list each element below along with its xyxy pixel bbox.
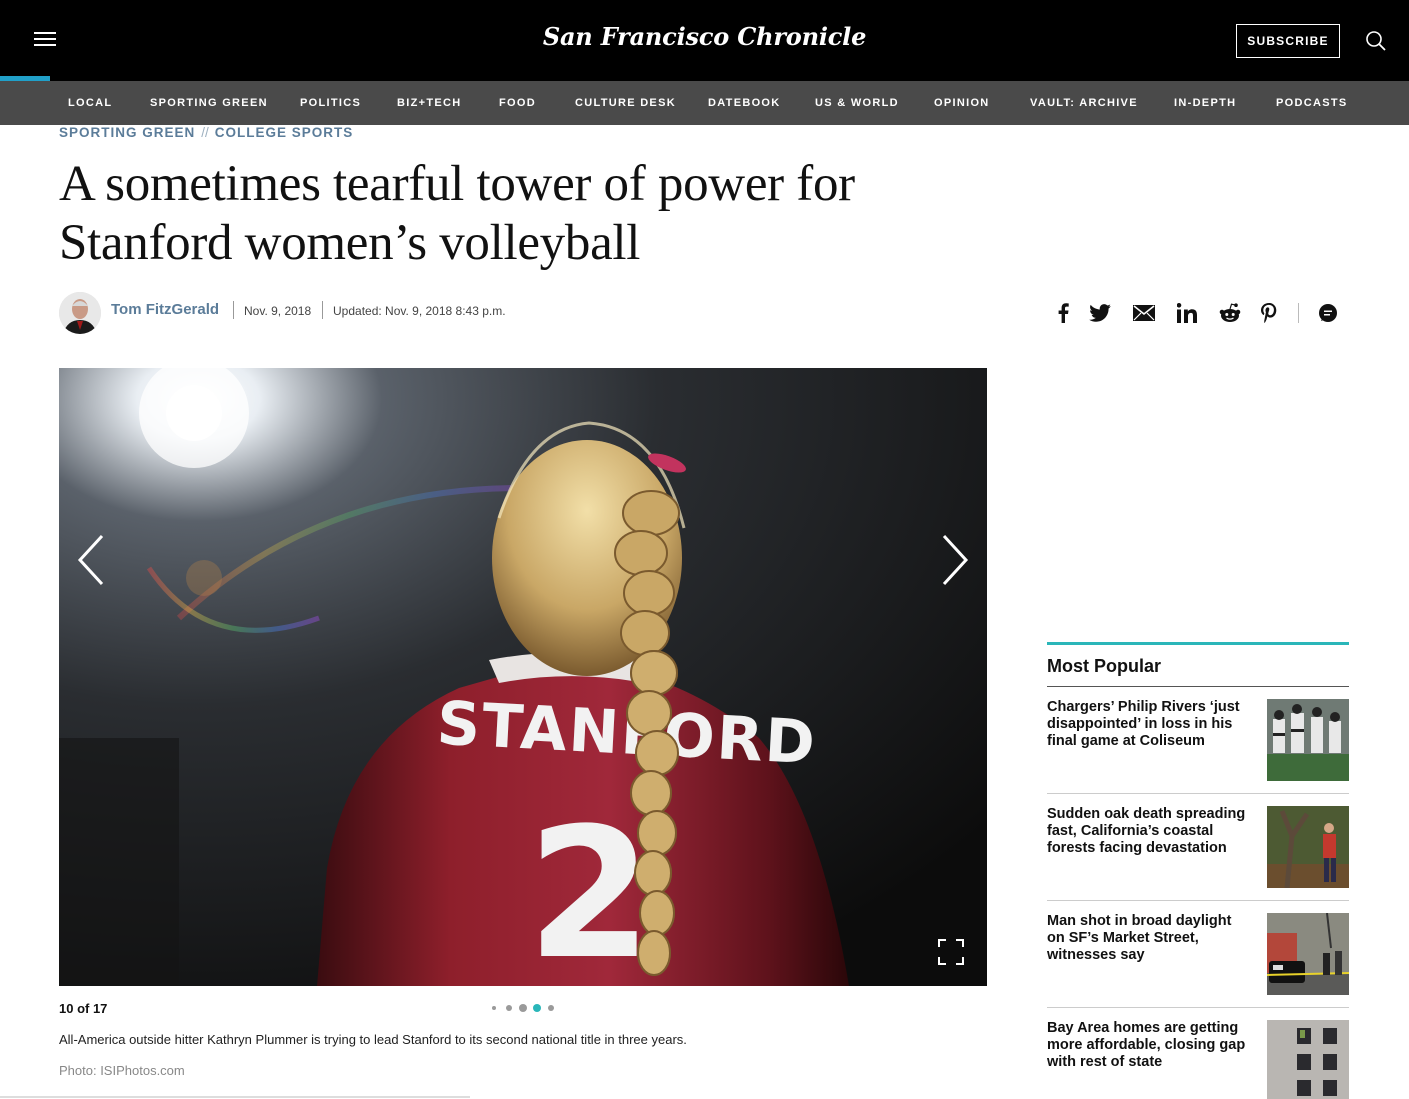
most-popular-item[interactable]: Bay Area homes are getting more affordab… [1047, 1008, 1349, 1099]
gallery-next-arrow-icon[interactable] [936, 530, 976, 590]
gallery-counter: 10 of 17 [59, 1001, 108, 1016]
author-avatar[interactable] [59, 292, 101, 334]
breadcrumb: SPORTING GREEN // COLLEGE SPORTS [59, 125, 353, 140]
nav-item-vault-archive[interactable]: VAULT: ARCHIVE [1030, 81, 1138, 125]
author-name[interactable]: Tom FitzGerald [111, 301, 219, 318]
most-popular-item[interactable]: Chargers’ Philip Rivers ‘just disappoint… [1047, 687, 1349, 794]
section-nav: LOCAL SPORTING GREEN POLITICS BIZ+TECH F… [0, 81, 1409, 125]
site-logo[interactable]: San Francisco Chronicle [0, 22, 1409, 51]
email-icon[interactable] [1131, 300, 1157, 326]
breadcrumb-subsection[interactable]: COLLEGE SPORTS [215, 125, 354, 140]
most-popular-headline[interactable]: Man shot in broad daylight on SF’s Marke… [1047, 913, 1252, 964]
publish-date: Nov. 9, 2018 [244, 304, 312, 318]
subscribe-button[interactable]: SUBSCRIBE [1236, 24, 1340, 58]
most-popular-title: Most Popular [1047, 656, 1162, 676]
nav-item-culture-desk[interactable]: CULTURE DESK [575, 81, 676, 125]
nav-item-local[interactable]: LOCAL [68, 81, 112, 125]
updated-date: Updated: Nov. 9, 2018 8:43 p.m. [333, 304, 506, 318]
most-popular-thumbnail[interactable] [1267, 806, 1349, 888]
most-popular-thumbnail[interactable] [1267, 699, 1349, 781]
breadcrumb-section[interactable]: SPORTING GREEN [59, 125, 195, 140]
article-headline: A sometimes tearful tower of power for S… [59, 155, 979, 273]
share-divider [1298, 303, 1299, 323]
most-popular-thumbnail[interactable] [1267, 913, 1349, 995]
headline-line-2: Stanford women’s volleyball [59, 215, 641, 271]
nav-item-podcasts[interactable]: PODCASTS [1276, 81, 1348, 125]
pinterest-icon[interactable] [1256, 300, 1282, 326]
nav-item-biz-tech[interactable]: BIZ+TECH [397, 81, 462, 125]
gallery-photo: STANFORD 2 [59, 368, 987, 986]
byline: Tom FitzGerald Nov. 9, 2018 Updated: Nov… [59, 292, 659, 334]
twitter-icon[interactable] [1087, 300, 1113, 326]
nav-item-opinion[interactable]: OPINION [934, 81, 990, 125]
most-popular-headline[interactable]: Sudden oak death spreading fast, Califor… [1047, 806, 1252, 857]
nav-item-food[interactable]: FOOD [499, 81, 536, 125]
most-popular-item[interactable]: Sudden oak death spreading fast, Califor… [1047, 794, 1349, 901]
gallery-dot-active[interactable] [533, 1004, 541, 1012]
gallery-dot[interactable] [492, 1006, 496, 1010]
divider [0, 1096, 470, 1098]
most-popular-headline[interactable]: Chargers’ Philip Rivers ‘just disappoint… [1047, 699, 1252, 750]
facebook-icon[interactable] [1050, 300, 1076, 326]
nav-item-sporting-green[interactable]: SPORTING GREEN [150, 81, 268, 125]
breadcrumb-separator: // [201, 125, 209, 140]
fullscreen-icon[interactable] [937, 938, 965, 966]
reddit-icon[interactable] [1217, 300, 1243, 326]
nav-item-us-world[interactable]: US & WORLD [815, 81, 899, 125]
linkedin-icon[interactable] [1174, 300, 1200, 326]
gallery-dots [488, 1002, 568, 1014]
photo-gallery[interactable]: STANFORD 2 [59, 368, 987, 986]
gallery-dot[interactable] [519, 1004, 527, 1012]
most-popular-rule [1047, 642, 1349, 645]
search-icon[interactable] [1364, 29, 1388, 53]
jersey-number: 2 [527, 790, 652, 986]
gallery-dot[interactable] [506, 1005, 512, 1011]
nav-item-datebook[interactable]: DATEBOOK [708, 81, 781, 125]
photo-credit: Photo: ISIPhotos.com [59, 1063, 185, 1078]
byline-divider [322, 301, 323, 319]
photo-caption: All-America outside hitter Kathryn Plumm… [59, 1032, 687, 1047]
headline-line-1: A sometimes tearful tower of power for [59, 156, 855, 212]
most-popular-item[interactable]: Man shot in broad daylight on SF’s Marke… [1047, 901, 1349, 1008]
most-popular-headline[interactable]: Bay Area homes are getting more affordab… [1047, 1020, 1252, 1071]
gallery-prev-arrow-icon[interactable] [74, 530, 114, 590]
share-bar [1050, 300, 1350, 326]
byline-divider [233, 301, 234, 319]
most-popular-thumbnail[interactable] [1267, 1020, 1349, 1099]
gallery-dot[interactable] [548, 1005, 554, 1011]
nav-item-in-depth[interactable]: IN-DEPTH [1174, 81, 1236, 125]
comments-icon[interactable] [1315, 300, 1341, 326]
top-header: San Francisco Chronicle SUBSCRIBE [0, 0, 1409, 81]
nav-item-politics[interactable]: POLITICS [300, 81, 361, 125]
